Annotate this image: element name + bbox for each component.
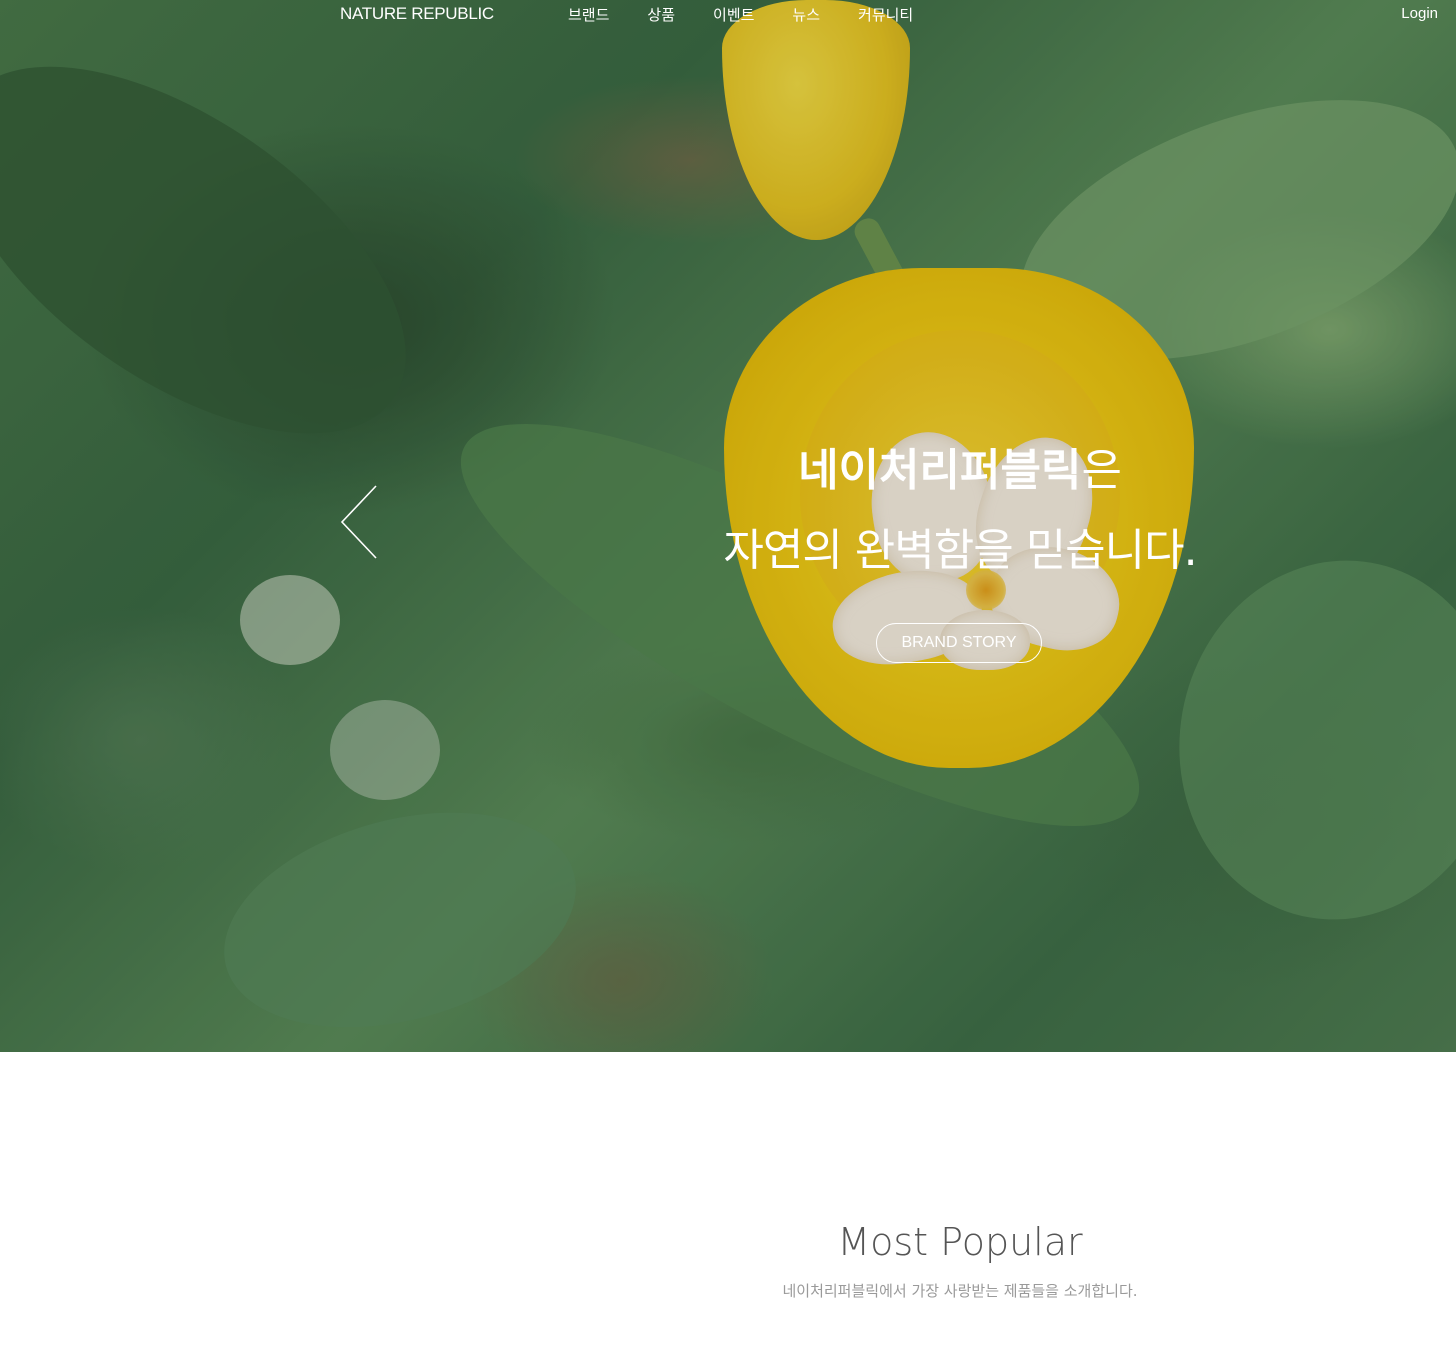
nav-item-community[interactable]: 커뮤니티 <box>858 4 913 25</box>
nav-item-brand[interactable]: 브랜드 <box>568 4 609 25</box>
brand-logo[interactable]: NATURE REPUBLIC <box>340 4 494 24</box>
chevron-left-icon[interactable] <box>336 484 380 560</box>
brand-story-button[interactable]: BRAND STORY <box>876 623 1042 663</box>
hero-headline-bold: 네이처리퍼블릭 <box>798 445 1082 496</box>
nav-item-news[interactable]: 뉴스 <box>792 4 820 25</box>
login-link[interactable]: Login <box>1401 5 1438 22</box>
nav-item-products[interactable]: 상품 <box>647 4 675 25</box>
section-subtitle: 네이처리퍼블릭에서 가장 사랑받는 제품들을 소개합니다. <box>782 1282 1138 1300</box>
main-nav: 브랜드 상품 이벤트 뉴스 커뮤니티 <box>568 4 951 25</box>
site-header: NATURE REPUBLIC 브랜드 상품 이벤트 뉴스 커뮤니티 Login <box>0 0 1456 30</box>
chevron-left-icon-svg <box>340 485 377 559</box>
hero-headline-line2: 자연의 완벽함을 믿습니다. <box>723 525 1197 576</box>
hero-headline: 네이처리퍼블릭은 자연의 완벽함을 믿습니다. <box>660 436 1260 596</box>
hero-headline-line1: 네이처리퍼블릭은 <box>660 436 1260 506</box>
section-title: Most Popular <box>837 1220 1083 1264</box>
nav-item-events[interactable]: 이벤트 <box>713 4 754 25</box>
hero-headline-suffix: 은 <box>1081 445 1122 496</box>
